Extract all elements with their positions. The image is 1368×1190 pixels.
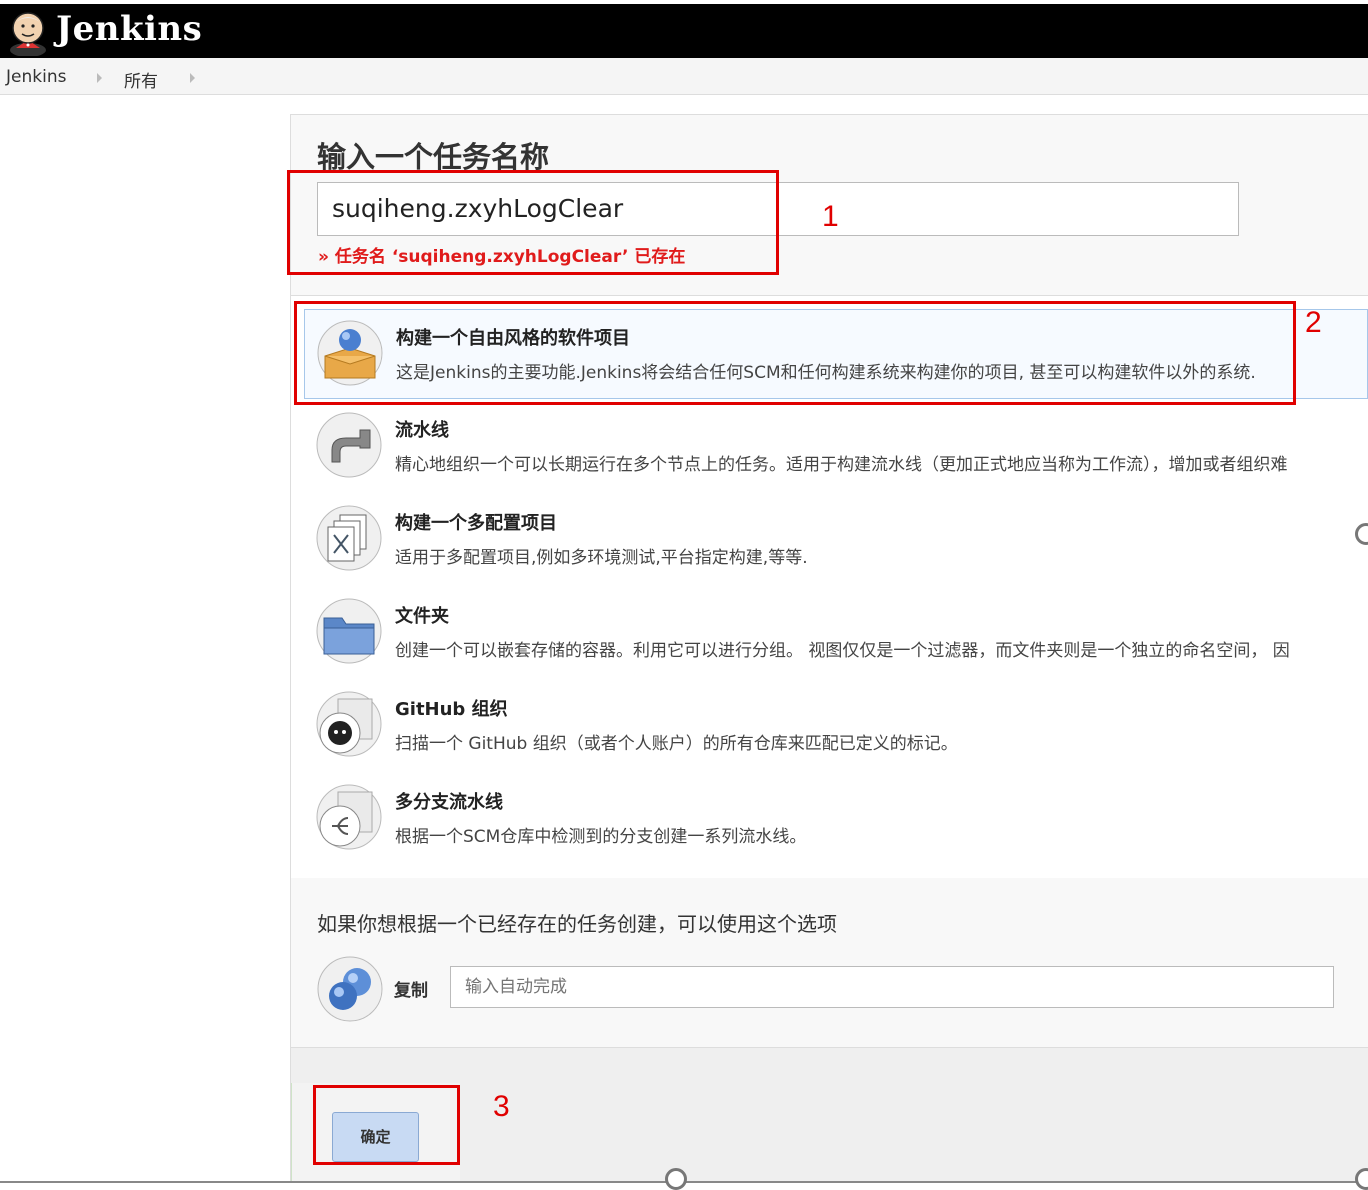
multi-config-icon	[316, 505, 382, 571]
copy-label: 复制	[394, 981, 428, 1001]
item-type-title: 构建一个多配置项目	[395, 513, 557, 534]
breadcrumb-item-all[interactable]: 所有	[124, 67, 158, 92]
breadcrumb-chevron-icon[interactable]	[97, 73, 102, 83]
top-header: Jenkins	[0, 4, 1368, 58]
annotation-number: 3	[493, 1090, 510, 1123]
multibranch-icon	[316, 784, 382, 850]
item-type-desc: 精心地组织一个可以长期运行在多个节点上的任务。适用于构建流水线（更加正式地应当称…	[395, 455, 1288, 475]
item-type-title: 多分支流水线	[395, 792, 503, 813]
breadcrumb-item-jenkins[interactable]: Jenkins	[6, 67, 66, 87]
annotation-box-3	[313, 1085, 460, 1165]
resize-handle-icon[interactable]	[1355, 1168, 1368, 1190]
breadcrumb-chevron-icon[interactable]	[190, 73, 195, 83]
item-type-desc: 创建一个可以嵌套存储的容器。利用它可以进行分组。 视图仅仅是一个过滤器，而文件夹…	[395, 641, 1290, 661]
item-type-github-org[interactable]: GitHub 组织 扫描一个 GitHub 组织（或者个人账户）的所有仓库来匹配…	[304, 681, 1368, 769]
resize-handle-icon[interactable]	[665, 1168, 687, 1190]
jenkins-butler-logo[interactable]	[6, 10, 50, 57]
folder-icon	[316, 598, 382, 664]
copy-from-input[interactable]	[450, 966, 1334, 1008]
item-type-pipeline[interactable]: 流水线 精心地组织一个可以长期运行在多个节点上的任务。适用于构建流水线（更加正式…	[304, 402, 1368, 490]
copy-from-section: 如果你想根据一个已经存在的任务创建，可以使用这个选项 复制	[291, 878, 1368, 1046]
item-type-title: 文件夹	[395, 606, 449, 627]
annotation-box-2	[294, 301, 1296, 405]
item-type-folder[interactable]: 文件夹 创建一个可以嵌套存储的容器。利用它可以进行分组。 视图仅仅是一个过滤器，…	[304, 588, 1368, 676]
brand-title[interactable]: Jenkins	[56, 9, 202, 49]
item-type-desc: 根据一个SCM仓库中检测到的分支创建一系列流水线。	[395, 827, 807, 847]
annotation-number: 1	[822, 200, 839, 233]
item-type-desc: 适用于多配置项目,例如多环境测试,平台指定构建,等等.	[395, 548, 808, 568]
item-type-desc: 扫描一个 GitHub 组织（或者个人账户）的所有仓库来匹配已定义的标记。	[395, 734, 958, 754]
item-type-multibranch[interactable]: 多分支流水线 根据一个SCM仓库中检测到的分支创建一系列流水线。	[304, 774, 1368, 862]
item-type-multi-config[interactable]: 构建一个多配置项目 适用于多配置项目,例如多环境测试,平台指定构建,等等.	[304, 495, 1368, 583]
breadcrumb: Jenkins 所有	[0, 58, 1368, 95]
copy-spheres-icon	[317, 956, 383, 1022]
github-org-icon	[316, 691, 382, 757]
item-type-title: GitHub 组织	[395, 699, 508, 720]
annotation-number: 2	[1305, 306, 1322, 339]
annotation-box-1	[287, 170, 779, 275]
pipeline-icon	[316, 412, 382, 478]
item-type-title: 流水线	[395, 420, 449, 441]
copy-hint: 如果你想根据一个已经存在的任务创建，可以使用这个选项	[317, 912, 837, 936]
